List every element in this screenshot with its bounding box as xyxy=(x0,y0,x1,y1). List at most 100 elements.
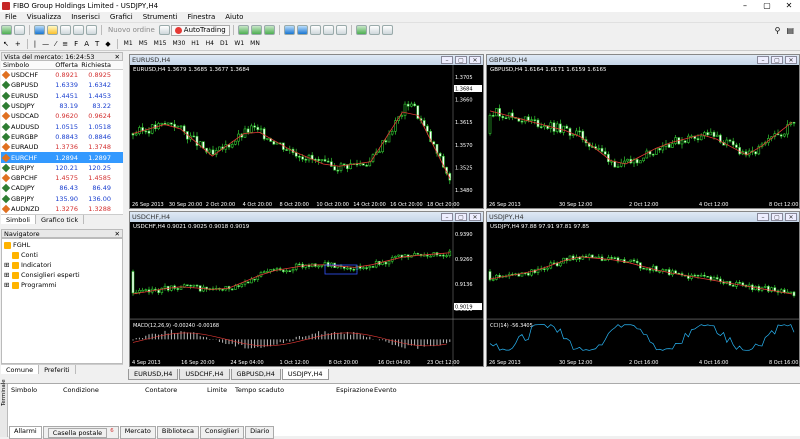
chart-close-button[interactable]: ✕ xyxy=(785,56,797,64)
market-watch-row[interactable]: EURAUD 1.3736 1.3748 xyxy=(1,142,123,153)
timeframe-m1[interactable]: M1 xyxy=(121,40,136,47)
chart-maximize-button[interactable]: ▢ xyxy=(771,213,783,221)
chart-minimize-button[interactable]: – xyxy=(441,213,453,221)
text-icon[interactable]: A xyxy=(81,40,92,48)
market-watch-row[interactable]: EURUSD 1.4451 1.4453 xyxy=(1,90,123,101)
profiles-icon[interactable] xyxy=(14,25,25,35)
tab-experts[interactable]: Consiglieri xyxy=(200,426,245,439)
price-chart[interactable]: 0.93900.92600.91360.90190.9019MACD(12,26… xyxy=(130,222,483,366)
bar-chart-icon[interactable] xyxy=(237,25,249,35)
zoom-out-icon[interactable] xyxy=(296,25,308,35)
chart-window-usdchf[interactable]: USDCHF,H4– ▢ ✕ 0.9390 0.9260 0.9136 0.9019 0.90… xyxy=(129,211,484,367)
tile-windows-icon[interactable] xyxy=(309,25,321,35)
chart-window-usdjpy[interactable]: USDJPY,H4 – ▢ ✕ CCI(14) -56.3405 26 Sep 2013 3… xyxy=(486,211,800,367)
tab-tick-chart[interactable]: Grafico tick xyxy=(36,215,85,225)
strategy-tester-icon[interactable] xyxy=(86,25,97,35)
chart-window-gbpusd[interactable]: GBPUSD,H4 – ▢ ✕ 26 Sep 2013 30 Sep 12:00 2 Oct… xyxy=(486,54,800,209)
timeframe-w1[interactable]: W1 xyxy=(231,40,247,47)
tab-journal[interactable]: Diario xyxy=(245,426,275,439)
periods-icon[interactable] xyxy=(368,25,380,35)
timeframe-h1[interactable]: H1 xyxy=(188,40,202,47)
nav-item-scripts[interactable]: ⊞ Programmi xyxy=(2,280,122,290)
chart-close-button[interactable]: ✕ xyxy=(469,56,481,64)
chart-tab-usdchf[interactable]: USDCHF,H4 xyxy=(179,369,230,380)
tab-alerts[interactable]: Allarmi xyxy=(9,426,42,439)
chart-maximize-button[interactable]: ▢ xyxy=(771,56,783,64)
menu-window[interactable]: Finestra xyxy=(182,13,220,21)
market-watch-row[interactable]: EURGBP 0.8843 0.8846 xyxy=(1,131,123,143)
tab-library[interactable]: Biblioteca xyxy=(156,426,200,439)
timeframe-m5[interactable]: M5 xyxy=(136,40,151,47)
market-watch-row[interactable]: CADJPY 86.43 86.49 xyxy=(1,183,123,194)
crosshair-icon[interactable]: + xyxy=(12,40,24,48)
shapes-icon[interactable]: ◆ xyxy=(102,40,113,48)
expand-icon[interactable]: ⊞ xyxy=(4,261,10,269)
market-watch-row[interactable]: GBPJPY 135.90 136.00 xyxy=(1,193,123,204)
timeframe-d1[interactable]: D1 xyxy=(217,40,231,47)
menu-charts[interactable]: Grafici xyxy=(105,13,138,21)
market-watch-row[interactable]: AUDNZD 1.3276 1.3288 xyxy=(1,203,123,215)
chart-maximize-button[interactable]: ▢ xyxy=(455,56,467,64)
metaeditor-icon[interactable] xyxy=(158,25,170,35)
line-chart-icon[interactable] xyxy=(263,25,275,35)
chart-minimize-button[interactable]: – xyxy=(441,56,453,64)
menu-file[interactable]: File xyxy=(0,13,22,21)
horizontal-line-icon[interactable]: — xyxy=(39,40,52,48)
chart-tab-gbpusd[interactable]: GBPUSD,H4 xyxy=(230,369,281,380)
col-condition[interactable]: Condizione xyxy=(63,386,99,394)
fibonacci-icon[interactable]: F xyxy=(71,40,81,48)
minimize-button[interactable]: – xyxy=(734,0,756,12)
col-expiration[interactable]: Espirazione xyxy=(336,386,373,394)
navigator-icon[interactable] xyxy=(60,25,71,35)
tab-common[interactable]: Comune xyxy=(1,365,40,375)
candlestick-icon[interactable] xyxy=(250,25,262,35)
timeframe-m15[interactable]: M15 xyxy=(151,40,170,47)
chart-tab-usdjpy[interactable]: USDJPY,H4 xyxy=(281,369,329,380)
menu-tools[interactable]: Strumenti xyxy=(138,13,183,21)
timeframe-h4[interactable]: H4 xyxy=(203,40,217,47)
chart-window-eurusd[interactable]: EURUSD,H4 – ▢ ✕ 1.3705 1.3660 1.3615 1.3570 1.35… xyxy=(129,54,484,209)
nav-item-indicators[interactable]: ⊞ Indicatori xyxy=(2,260,122,270)
col-counter[interactable]: Contatore xyxy=(145,386,177,394)
timeframe-mn[interactable]: MN xyxy=(247,40,263,47)
col-limit[interactable]: Limite xyxy=(207,386,227,394)
terminal-icon[interactable] xyxy=(73,25,84,35)
market-watch-row[interactable]: GBPCHF 1.4575 1.4585 xyxy=(1,172,123,184)
tab-mailbox[interactable]: Casella postale 6 xyxy=(42,426,119,439)
tab-symbols[interactable]: Simboli xyxy=(1,215,36,225)
column-symbol[interactable]: Simbolo xyxy=(1,61,49,69)
market-watch-row[interactable]: GBPUSD 1.6339 1.6342 xyxy=(1,80,123,91)
autotrading-button[interactable]: AutoTrading xyxy=(170,24,230,36)
vertical-line-icon[interactable]: | xyxy=(31,40,39,48)
nav-item-fghl[interactable]: FGHL xyxy=(2,240,122,250)
col-event[interactable]: Evento xyxy=(374,386,397,394)
indicators-icon[interactable] xyxy=(355,25,367,35)
chart-minimize-button[interactable]: – xyxy=(757,56,769,64)
chart-shift-icon[interactable] xyxy=(335,25,347,35)
tab-market[interactable]: Mercato xyxy=(119,426,156,439)
chart-minimize-button[interactable]: – xyxy=(757,213,769,221)
close-button[interactable]: ✕ xyxy=(778,0,800,12)
chart-close-button[interactable]: ✕ xyxy=(785,213,797,221)
menu-help[interactable]: Aiuto xyxy=(220,13,248,21)
menu-view[interactable]: Visualizza xyxy=(22,13,66,21)
tab-favorites[interactable]: Preferiti xyxy=(39,365,76,375)
cursor-icon[interactable]: ↖ xyxy=(0,40,12,48)
timeframe-m30[interactable]: M30 xyxy=(169,40,188,47)
panel-close-icon[interactable]: ✕ xyxy=(115,53,120,61)
nav-item-accounts[interactable]: Conti xyxy=(2,250,122,260)
col-timeout[interactable]: Tempo scaduto xyxy=(235,386,284,394)
col-symbol[interactable]: Simbolo xyxy=(11,386,37,394)
nav-item-experts[interactable]: ⊞ Consiglieri esperti xyxy=(2,270,122,280)
trendline-icon[interactable]: ⁄ xyxy=(52,40,59,48)
chat-icon[interactable]: ▤ xyxy=(786,26,794,35)
chart-tab-eurusd[interactable]: EURUSD,H4 xyxy=(128,369,179,380)
market-watch-row[interactable]: EURCHF 1.2894 1.2897 xyxy=(1,152,123,163)
column-bid[interactable]: Offerta xyxy=(49,61,81,69)
chart-close-button[interactable]: ✕ xyxy=(469,213,481,221)
expand-icon[interactable]: ⊞ xyxy=(4,271,10,279)
auto-scroll-icon[interactable] xyxy=(322,25,334,35)
price-chart[interactable]: CCI(14) -56.3405 26 Sep 2013 30 Sep 12:00 2… xyxy=(487,222,799,366)
market-watch-row[interactable]: USDJPY 83.19 83.22 xyxy=(1,100,123,112)
market-watch-row[interactable]: USDCAD 0.9620 0.9624 xyxy=(1,111,123,122)
